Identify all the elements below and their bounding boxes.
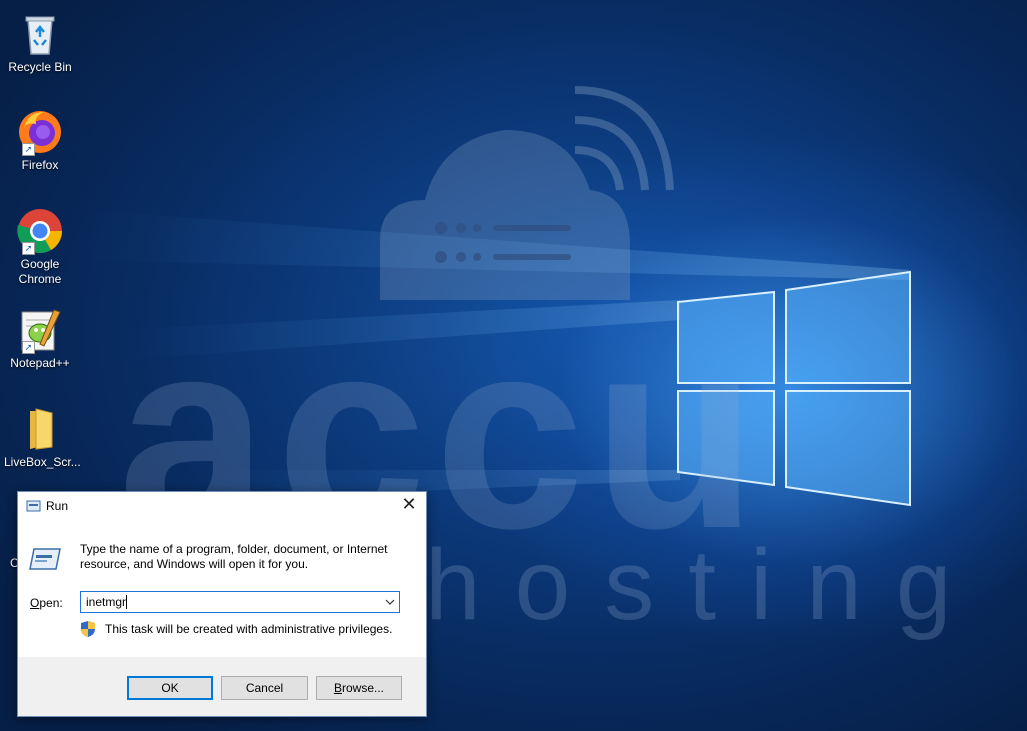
open-combobox[interactable]: inetmgr — [80, 591, 400, 613]
folder-icon — [16, 405, 64, 453]
run-titlebar[interactable]: Run ✕ — [18, 492, 426, 520]
browse-label: rowse... — [342, 681, 385, 695]
open-label-mnemonic: O — [30, 596, 40, 610]
desktop-icon-recycle-bin[interactable]: Recycle Bin — [4, 10, 76, 75]
run-dialog: Run ✕ Type the name of a program, folder… — [17, 491, 427, 717]
desktop-icon-label: Recycle Bin — [8, 60, 72, 74]
shortcut-arrow-icon: ➚ — [22, 242, 35, 255]
close-icon: ✕ — [401, 494, 417, 514]
firefox-icon: ➚ — [16, 108, 64, 156]
chrome-icon: ➚ — [16, 207, 64, 255]
admin-privileges-note: This task will be created with administr… — [105, 622, 393, 636]
run-content: Type the name of a program, folder, docu… — [18, 520, 426, 657]
shortcut-arrow-icon: ➚ — [22, 143, 35, 156]
recycle-bin-icon — [16, 10, 64, 58]
cancel-button[interactable]: Cancel — [221, 676, 308, 700]
run-title: Run — [46, 499, 69, 513]
open-label: Open: — [30, 596, 63, 610]
run-description: Type the name of a program, folder, docu… — [80, 542, 388, 571]
browse-mnemonic: B — [333, 681, 342, 695]
desktop-icon-chrome[interactable]: ➚ Google Chrome — [4, 207, 76, 287]
chevron-down-icon[interactable] — [381, 592, 399, 612]
browse-button[interactable]: Browse... — [316, 676, 402, 700]
desktop-icon-folder[interactable]: LiveBox_Scr... — [4, 405, 81, 470]
desktop-icon-firefox[interactable]: ➚ Firefox — [4, 108, 76, 173]
desktop-icon-label: Google Chrome — [18, 257, 62, 286]
watermark-sub: hosting — [425, 529, 986, 641]
run-app-icon — [26, 500, 41, 512]
open-label-text: pen: — [39, 596, 63, 610]
ok-button[interactable]: OK — [127, 676, 213, 700]
run-button-bar: OK Cancel Browse... — [18, 657, 426, 716]
run-large-icon — [29, 548, 61, 570]
uac-shield-icon — [81, 621, 95, 637]
close-button[interactable]: ✕ — [392, 492, 426, 519]
desktop-icon-label: Notepad++ — [10, 356, 70, 370]
notepad-plus-plus-icon: ➚ — [16, 306, 64, 354]
open-input[interactable]: inetmgr — [86, 595, 126, 609]
shortcut-arrow-icon: ➚ — [22, 341, 35, 354]
desktop-icon-label: Firefox — [21, 158, 59, 172]
text-caret — [126, 595, 127, 609]
desktop-icon-notepad-plus-plus[interactable]: ➚ Notepad++ — [4, 306, 76, 371]
desktop-icon-label: LiveBox_Scr... — [4, 455, 81, 469]
